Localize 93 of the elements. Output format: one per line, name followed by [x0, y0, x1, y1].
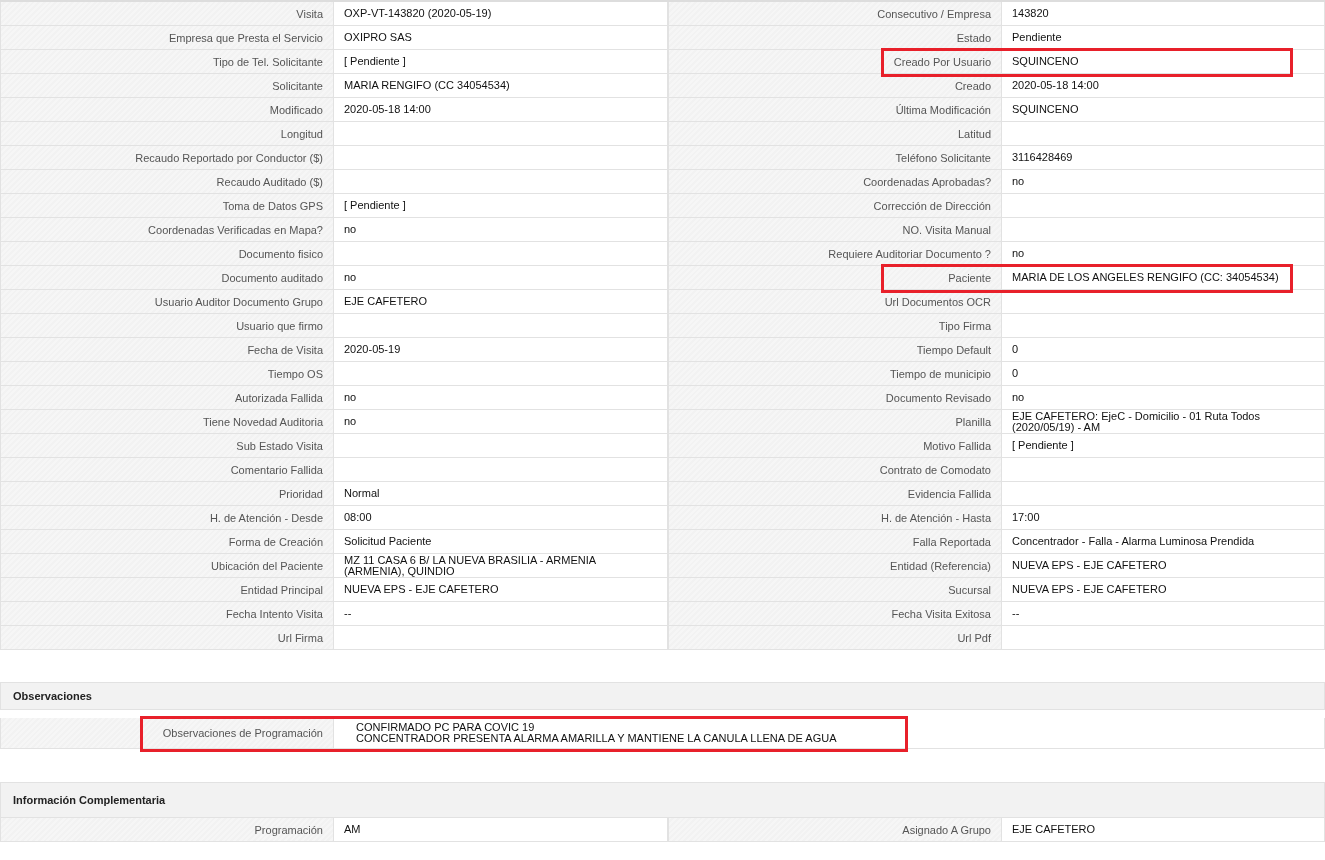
field-label: Forma de Creación — [0, 530, 334, 554]
field-label: Autorizada Fallida — [0, 386, 334, 410]
field-label: Creado — [668, 74, 1002, 98]
field-value: Concentrador - Falla - Alarma Luminosa Prendida — [1002, 530, 1325, 554]
field-label: Estado — [668, 26, 1002, 50]
field-label: Tipo Firma — [668, 314, 1002, 338]
field-label: Empresa que Presta el Servicio — [0, 26, 334, 50]
field-label: Planilla — [668, 410, 1002, 434]
field-value: 3116428469 — [1002, 146, 1325, 170]
field-label: Solicitante — [0, 74, 334, 98]
field-label: Ubicación del Paciente — [0, 554, 334, 578]
field-label: Fecha Intento Visita — [0, 602, 334, 626]
field-value: MZ 11 CASA 6 B/ LA NUEVA BRASILIA - ARMENIA (ARMENIA), QUINDIO — [334, 554, 668, 578]
field-value: AM — [334, 818, 668, 842]
field-label: Consecutivo / Empresa — [668, 2, 1002, 26]
field-label: Requiere Auditoriar Documento ? — [668, 242, 1002, 266]
field-value: SQUINCENO — [1002, 50, 1325, 74]
field-label: Sucursal — [668, 578, 1002, 602]
field-value: 0 — [1002, 362, 1325, 386]
field-label: Documento auditado — [0, 266, 334, 290]
field-value: MARIA RENGIFO (CC 34054534) — [334, 74, 668, 98]
field-label: Contrato de Comodato — [668, 458, 1002, 482]
field-value: OXP-VT-143820 (2020-05-19) — [334, 2, 668, 26]
section-header: Observaciones — [0, 682, 1325, 710]
field-value: no — [334, 386, 668, 410]
field-label: Url Documentos OCR — [668, 290, 1002, 314]
field-label: Entidad (Referencia) — [668, 554, 1002, 578]
field-label: Entidad Principal — [0, 578, 334, 602]
field-value: [ Pendiente ] — [334, 194, 668, 218]
field-label: NO. Visita Manual — [668, 218, 1002, 242]
field-label: Fecha de Visita — [0, 338, 334, 362]
field-label: Comentario Fallida — [0, 458, 334, 482]
field-label: Evidencia Fallida — [668, 482, 1002, 506]
field-value: NUEVA EPS - EJE CAFETERO — [334, 578, 668, 602]
field-value: 143820 — [1002, 2, 1325, 26]
field-label: Documento Revisado — [668, 386, 1002, 410]
field-value: Normal — [334, 482, 668, 506]
field-value: 17:00 — [1002, 506, 1325, 530]
field-value: no — [334, 218, 668, 242]
field-label: Asignado A Grupo — [668, 818, 1002, 842]
field-value: no — [334, 266, 668, 290]
field-label: Modificado — [0, 98, 334, 122]
field-label: Latitud — [668, 122, 1002, 146]
field-label: Falla Reportada — [668, 530, 1002, 554]
field-value: no — [334, 410, 668, 434]
field-value: 08:00 — [334, 506, 668, 530]
field-value: 2020-05-18 14:00 — [334, 98, 668, 122]
field-value: -- — [334, 602, 668, 626]
field-value: -- — [1002, 602, 1325, 626]
field-label: H. de Atención - Desde — [0, 506, 334, 530]
field-label: Coordenadas Aprobadas? — [668, 170, 1002, 194]
field-label: Tiempo OS — [0, 362, 334, 386]
field-value: 0 — [1002, 338, 1325, 362]
field-label: Fecha Visita Exitosa — [668, 602, 1002, 626]
field-value: CONFIRMADO PC PARA COVIC 19 CONCENTRADOR PRESENTA ALARMA AMARILLA Y MANTIENE LA CANULA LLENA DE AGUA — [334, 718, 1325, 749]
field-label: Url Firma — [0, 626, 334, 650]
field-value: MARIA DE LOS ANGELES RENGIFO (CC: 34054534) — [1002, 266, 1325, 290]
field-value: EJE CAFETERO — [1002, 818, 1325, 842]
field-label: Corrección de Dirección — [668, 194, 1002, 218]
field-label: Longitud — [0, 122, 334, 146]
field-label: H. de Atención - Hasta — [668, 506, 1002, 530]
field-value: Solicitud Paciente — [334, 530, 668, 554]
field-label: Visita — [0, 2, 334, 26]
field-label: Tiene Novedad Auditoria — [0, 410, 334, 434]
field-label: Toma de Datos GPS — [0, 194, 334, 218]
field-value: no — [1002, 170, 1325, 194]
field-value: no — [1002, 386, 1325, 410]
field-label: Documento fisico — [0, 242, 334, 266]
field-value: OXIPRO SAS — [334, 26, 668, 50]
field-value: 2020-05-19 — [334, 338, 668, 362]
field-label: Coordenadas Verificadas en Mapa? — [0, 218, 334, 242]
field-label: Usuario que firmo — [0, 314, 334, 338]
field-value: NUEVA EPS - EJE CAFETERO — [1002, 578, 1325, 602]
field-value: EJE CAFETERO: EjeC - Domicilio - 01 Ruta Todos (2020/05/19) - AM — [1002, 410, 1325, 434]
field-value: SQUINCENO — [1002, 98, 1325, 122]
field-label: Url Pdf — [668, 626, 1002, 650]
field-label: Recaudo Reportado por Conductor ($) — [0, 146, 334, 170]
field-label: Motivo Fallida — [668, 434, 1002, 458]
section-header: Información Complementaria — [0, 782, 1325, 818]
field-label: Última Modificación — [668, 98, 1002, 122]
field-label: Recaudo Auditado ($) — [0, 170, 334, 194]
field-value: [ Pendiente ] — [1002, 434, 1325, 458]
field-label: Tipo de Tel. Solicitante — [0, 50, 334, 74]
field-label: Tiempo de municipio — [668, 362, 1002, 386]
field-label: Sub Estado Visita — [0, 434, 334, 458]
field-label: Programación — [0, 818, 334, 842]
field-value: [ Pendiente ] — [334, 50, 668, 74]
field-label: Prioridad — [0, 482, 334, 506]
field-label: Teléfono Solicitante — [668, 146, 1002, 170]
field-value: EJE CAFETERO — [334, 290, 668, 314]
field-label: Tiempo Default — [668, 338, 1002, 362]
field-value: NUEVA EPS - EJE CAFETERO — [1002, 554, 1325, 578]
field-label: Usuario Auditor Documento Grupo — [0, 290, 334, 314]
